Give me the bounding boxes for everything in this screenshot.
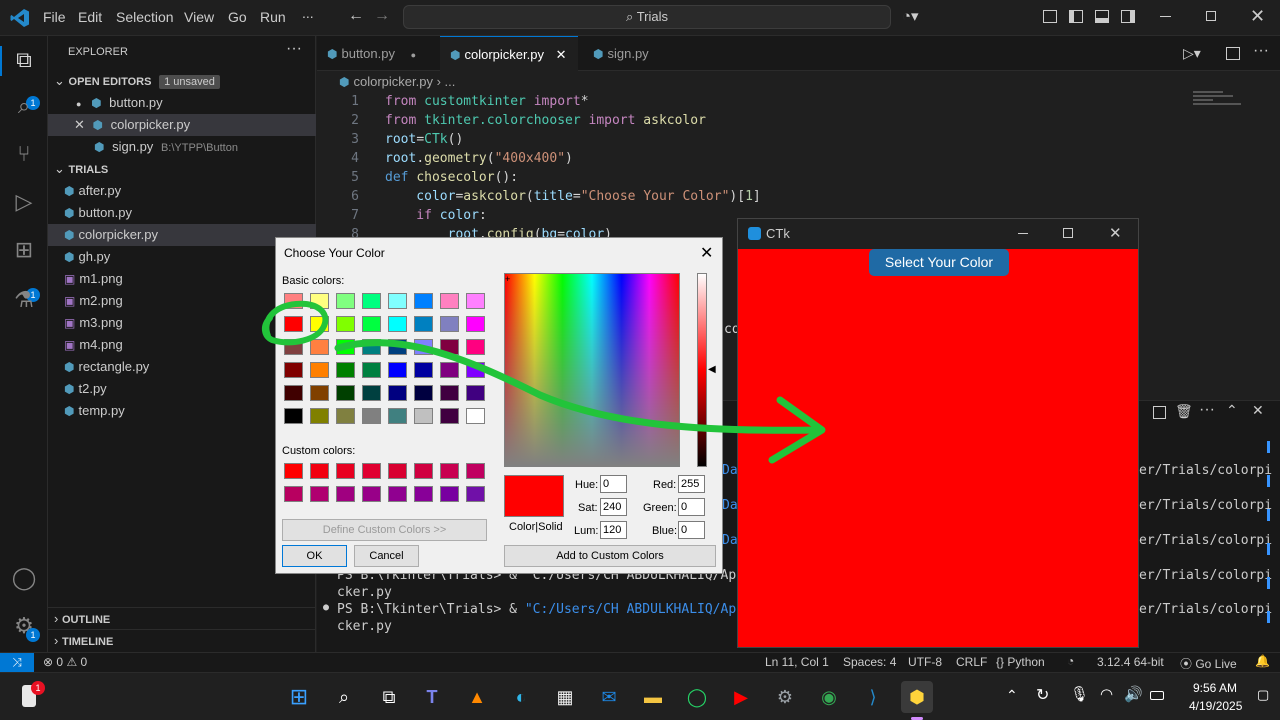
settings-icon[interactable]: ⚙ [769,681,801,713]
windows-taskbar: 1 ⊞ ⌕ ⧉ T ▲ ◐ ▦ ✉ ▬ ◯ ▶ ⚙ ◉ ⟩ ⬢ ⌃ ↻ 🎙 ◠ … [0,672,1280,720]
taskbar-search-icon[interactable]: ⌕ [328,681,360,713]
start-windows-icon[interactable]: ⊞ [283,681,315,713]
whatsapp-icon[interactable]: ◯ [681,681,713,713]
outlook-icon[interactable]: ✉ [593,681,625,713]
youtube-icon[interactable]: ▶ [725,681,757,713]
highlight-circle-annotation [262,300,329,346]
clock-time[interactable]: 9:56 AM [1193,681,1237,695]
vscode-taskbar-icon[interactable]: ⟩ [857,681,889,713]
annotation-overlay [262,300,826,464]
python-taskbar-icon[interactable]: ⬢ [901,681,933,713]
clock-date[interactable]: 4/19/2025 [1189,699,1242,713]
vlc-icon[interactable]: ▲ [461,681,493,713]
notification-center-icon[interactable]: ▢ [1257,687,1269,703]
chrome-icon[interactable]: ◉ [813,681,845,713]
file-explorer-icon[interactable]: ▬ [637,681,669,713]
battery-icon[interactable] [1150,691,1164,700]
tray-chevron-icon[interactable]: ⌃ [1006,687,1018,704]
volume-icon[interactable]: 🔊 [1124,685,1143,703]
widgets-badge: 1 [31,681,45,695]
store-icon[interactable]: ▦ [549,681,581,713]
task-view-icon[interactable]: ⧉ [373,681,405,713]
sync-icon[interactable]: ↻ [1036,685,1049,705]
teams-icon[interactable]: T [416,681,448,713]
arrow-annotation [334,339,822,434]
edge-icon[interactable]: ◐ [505,681,537,713]
microphone-icon[interactable]: 🎙 [1070,685,1089,703]
wifi-icon[interactable]: ◠ [1100,685,1113,703]
